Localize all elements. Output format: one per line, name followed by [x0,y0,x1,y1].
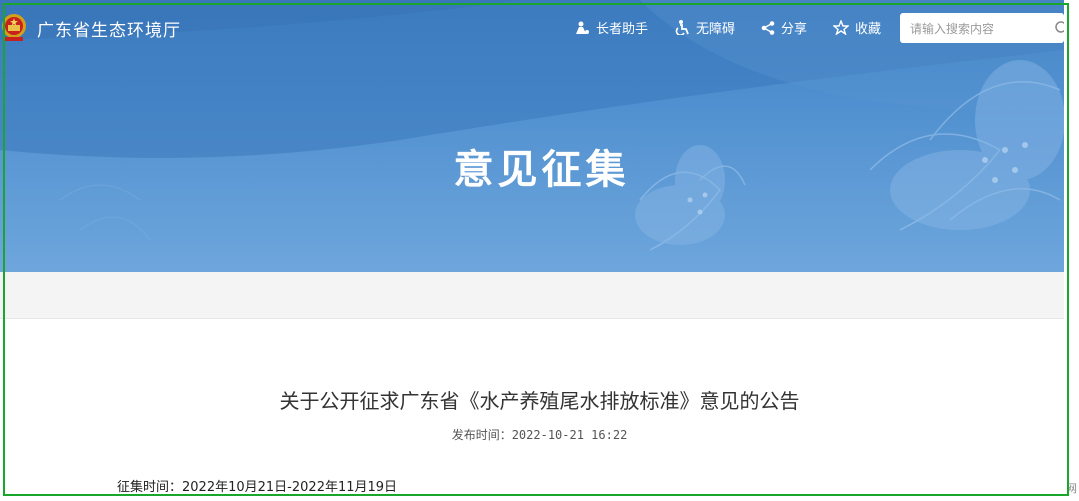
publish-value: 2022-10-21 16:22 [511,428,628,442]
header-banner: 广东省生态环境厅 长者助手 无障碍 分享 收藏 请输入搜索内容 意见征集 [0,0,1064,272]
toolbar: 长者助手 无障碍 分享 收藏 [574,18,907,37]
elder-assist-button[interactable]: 长者助手 [574,18,648,37]
section-title: 意见征集 [453,146,630,193]
star-icon [833,20,850,35]
collect-label: 征集时间： [117,480,183,495]
site-name[interactable]: 广东省生态环境厅 [37,16,181,41]
search-input[interactable] [908,14,1052,44]
accessibility-icon [675,20,689,35]
share-icon [761,20,775,35]
accessibility-label: 无障碍 [696,22,736,37]
corner-text: 网 [1066,482,1077,495]
favorite-button[interactable]: 收藏 [833,18,881,37]
publish-time: 发布时间：2022-10-21 16:22 [0,426,1079,443]
scrollbar[interactable] [1064,0,1079,501]
share-label: 分享 [781,22,808,37]
collect-period: 征集时间：2022年10月21日-2022年11月19日 [117,476,397,495]
share-button[interactable]: 分享 [761,18,807,37]
collect-value: 2022年10月21日-2022年11月19日 [182,480,398,495]
search-icon[interactable] [1054,21,1064,35]
elder-assist-label: 长者助手 [596,22,649,37]
publish-label: 发布时间： [451,428,512,442]
top-navigation-bar: 广东省生态环境厅 长者助手 无障碍 分享 收藏 请输入搜索内容 [0,0,1064,56]
article-title: 关于公开征求广东省《水产养殖尾水排放标准》意见的公告 [279,389,800,413]
national-emblem-icon [2,14,26,41]
favorite-label: 收藏 [855,22,882,37]
accessibility-button[interactable]: 无障碍 [674,18,735,37]
breadcrumb-strip [0,272,1064,319]
search-box [900,13,1064,44]
elder-assist-icon [576,21,589,34]
